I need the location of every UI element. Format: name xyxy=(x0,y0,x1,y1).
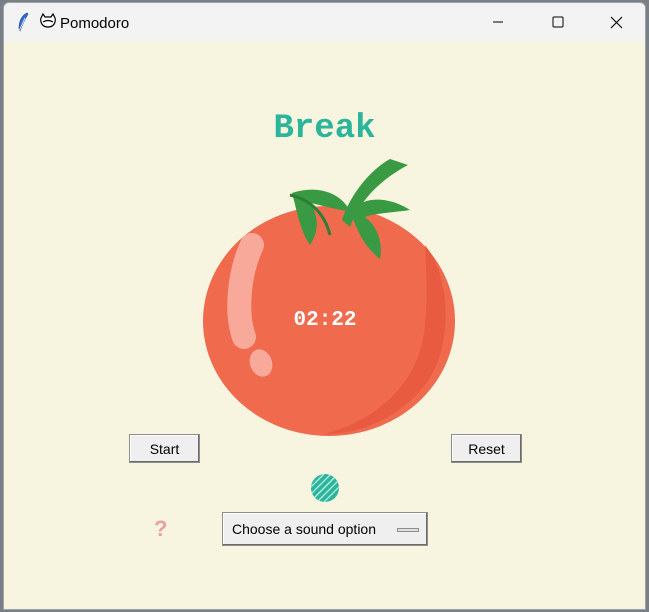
tomato-image xyxy=(203,159,455,436)
maximize-icon xyxy=(552,16,564,28)
app-window: Pomodoro Break 02:22 Start Reset ? Choos… xyxy=(3,2,646,610)
close-icon xyxy=(610,16,622,28)
minimize-button[interactable] xyxy=(469,3,527,41)
reset-button[interactable]: Reset xyxy=(451,434,522,463)
cat-face-icon xyxy=(39,12,57,33)
maximize-button[interactable] xyxy=(529,3,587,41)
title-bar[interactable]: Pomodoro xyxy=(4,3,645,41)
window-title: Pomodoro xyxy=(60,14,130,32)
minimize-icon xyxy=(493,21,503,23)
sound-indicator-icon[interactable] xyxy=(309,472,341,509)
close-button[interactable] xyxy=(587,3,645,41)
feather-icon xyxy=(16,12,30,37)
dropdown-indicator-icon xyxy=(397,528,419,532)
timer-display: 02:22 xyxy=(293,309,357,332)
sound-option-value: Choose a sound option xyxy=(232,521,376,537)
start-button[interactable]: Start xyxy=(129,434,200,463)
help-icon[interactable]: ? xyxy=(154,516,167,542)
mode-heading: Break xyxy=(273,110,376,148)
sound-option-dropdown[interactable]: Choose a sound option xyxy=(222,512,428,546)
